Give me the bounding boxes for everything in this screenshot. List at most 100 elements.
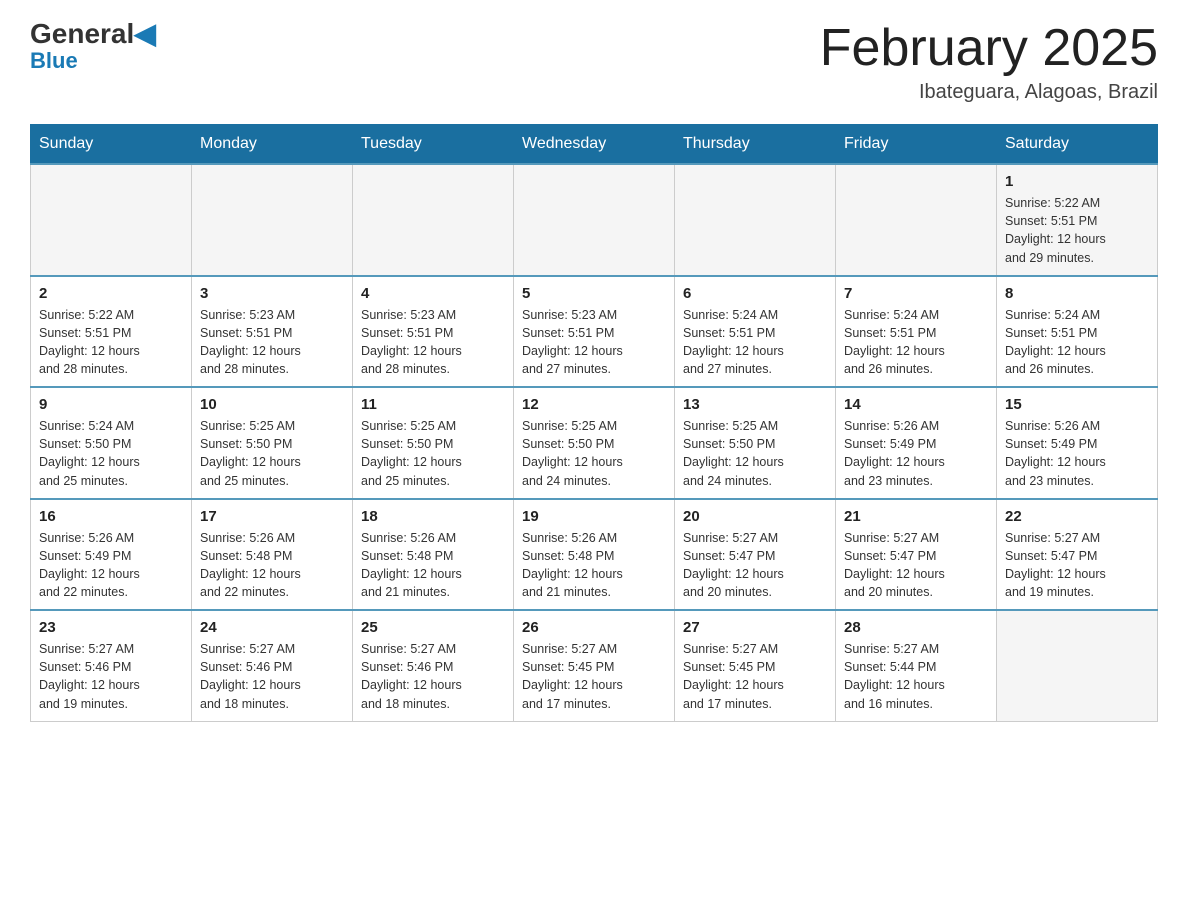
calendar-day — [514, 164, 675, 276]
weekday-header-tuesday: Tuesday — [353, 125, 514, 165]
day-info-text: Sunrise: 5:24 AMSunset: 5:50 PMDaylight:… — [39, 417, 183, 490]
day-info-text: Sunrise: 5:24 AMSunset: 5:51 PMDaylight:… — [683, 306, 827, 379]
day-info-text: Sunrise: 5:27 AMSunset: 5:45 PMDaylight:… — [522, 640, 666, 713]
day-info-text: Sunrise: 5:26 AMSunset: 5:48 PMDaylight:… — [200, 529, 344, 602]
day-info-text: Sunrise: 5:22 AMSunset: 5:51 PMDaylight:… — [1005, 194, 1149, 267]
calendar-day: 14 Sunrise: 5:26 AMSunset: 5:49 PMDayligh… — [836, 387, 997, 499]
logo-arrow-icon: ◀ — [134, 18, 156, 49]
day-info-text: Sunrise: 5:24 AMSunset: 5:51 PMDaylight:… — [1005, 306, 1149, 379]
day-number: 2 — [39, 285, 183, 302]
day-number: 1 — [1005, 173, 1149, 190]
calendar-day: 24 Sunrise: 5:27 AMSunset: 5:46 PMDayligh… — [192, 610, 353, 721]
day-number: 26 — [522, 619, 666, 636]
calendar-day: 13 Sunrise: 5:25 AMSunset: 5:50 PMDayligh… — [675, 387, 836, 499]
day-info-text: Sunrise: 5:24 AMSunset: 5:51 PMDaylight:… — [844, 306, 988, 379]
day-number: 22 — [1005, 508, 1149, 525]
weekday-header-sunday: Sunday — [31, 125, 192, 165]
calendar-day — [997, 610, 1158, 721]
calendar-week-1: 1 Sunrise: 5:22 AMSunset: 5:51 PMDaylight… — [31, 164, 1158, 276]
calendar-table: SundayMondayTuesdayWednesdayThursdayFrid… — [30, 124, 1158, 722]
day-number: 21 — [844, 508, 988, 525]
day-number: 9 — [39, 396, 183, 413]
day-info-text: Sunrise: 5:25 AMSunset: 5:50 PMDaylight:… — [200, 417, 344, 490]
day-info-text: Sunrise: 5:26 AMSunset: 5:48 PMDaylight:… — [361, 529, 505, 602]
day-number: 3 — [200, 285, 344, 302]
day-number: 16 — [39, 508, 183, 525]
weekday-header-thursday: Thursday — [675, 125, 836, 165]
calendar-week-2: 2 Sunrise: 5:22 AMSunset: 5:51 PMDaylight… — [31, 276, 1158, 388]
calendar-day: 17 Sunrise: 5:26 AMSunset: 5:48 PMDayligh… — [192, 499, 353, 611]
day-info-text: Sunrise: 5:25 AMSunset: 5:50 PMDaylight:… — [522, 417, 666, 490]
day-info-text: Sunrise: 5:27 AMSunset: 5:44 PMDaylight:… — [844, 640, 988, 713]
day-info-text: Sunrise: 5:23 AMSunset: 5:51 PMDaylight:… — [522, 306, 666, 379]
day-number: 24 — [200, 619, 344, 636]
calendar-day: 4 Sunrise: 5:23 AMSunset: 5:51 PMDaylight… — [353, 276, 514, 388]
calendar-week-3: 9 Sunrise: 5:24 AMSunset: 5:50 PMDaylight… — [31, 387, 1158, 499]
calendar-day: 25Sunrise: 5:27 AMSunset: 5:46 PMDayligh… — [353, 610, 514, 721]
calendar-day: 1 Sunrise: 5:22 AMSunset: 5:51 PMDaylight… — [997, 164, 1158, 276]
day-number: 10 — [200, 396, 344, 413]
day-number: 12 — [522, 396, 666, 413]
calendar-day: 6 Sunrise: 5:24 AMSunset: 5:51 PMDaylight… — [675, 276, 836, 388]
day-info-text: Sunrise: 5:22 AMSunset: 5:51 PMDaylight:… — [39, 306, 183, 379]
calendar-day — [31, 164, 192, 276]
day-number: 17 — [200, 508, 344, 525]
calendar-day: 16 Sunrise: 5:26 AMSunset: 5:49 PMDayligh… — [31, 499, 192, 611]
calendar-day: 22 Sunrise: 5:27 AMSunset: 5:47 PMDayligh… — [997, 499, 1158, 611]
day-info-text: Sunrise: 5:26 AMSunset: 5:48 PMDaylight:… — [522, 529, 666, 602]
calendar-day: 5 Sunrise: 5:23 AMSunset: 5:51 PMDaylight… — [514, 276, 675, 388]
weekday-header-row: SundayMondayTuesdayWednesdayThursdayFrid… — [31, 125, 1158, 165]
day-info-text: Sunrise: 5:27 AMSunset: 5:47 PMDaylight:… — [683, 529, 827, 602]
title-area: February 2025 Ibateguara, Alagoas, Brazi… — [820, 20, 1158, 104]
day-info-text: Sunrise: 5:27 AMSunset: 5:47 PMDaylight:… — [1005, 529, 1149, 602]
day-info-text: Sunrise: 5:27 AMSunset: 5:46 PMDaylight:… — [200, 640, 344, 713]
calendar-day: 3 Sunrise: 5:23 AMSunset: 5:51 PMDaylight… — [192, 276, 353, 388]
day-number: 5 — [522, 285, 666, 302]
location-subtitle: Ibateguara, Alagoas, Brazil — [820, 81, 1158, 104]
day-number: 23 — [39, 619, 183, 636]
day-info-text: Sunrise: 5:27 AMSunset: 5:47 PMDaylight:… — [844, 529, 988, 602]
calendar-day: 8Sunrise: 5:24 AMSunset: 5:51 PMDaylight… — [997, 276, 1158, 388]
calendar-day: 19 Sunrise: 5:26 AMSunset: 5:48 PMDayligh… — [514, 499, 675, 611]
calendar-day — [675, 164, 836, 276]
calendar-day: 11 Sunrise: 5:25 AMSunset: 5:50 PMDayligh… — [353, 387, 514, 499]
calendar-day: 2 Sunrise: 5:22 AMSunset: 5:51 PMDaylight… — [31, 276, 192, 388]
day-info-text: Sunrise: 5:27 AMSunset: 5:46 PMDaylight:… — [39, 640, 183, 713]
calendar-day — [192, 164, 353, 276]
day-info-text: Sunrise: 5:25 AMSunset: 5:50 PMDaylight:… — [683, 417, 827, 490]
day-info-text: Sunrise: 5:23 AMSunset: 5:51 PMDaylight:… — [361, 306, 505, 379]
calendar-day: 18Sunrise: 5:26 AMSunset: 5:48 PMDayligh… — [353, 499, 514, 611]
day-number: 6 — [683, 285, 827, 302]
calendar-day — [836, 164, 997, 276]
calendar-week-5: 23 Sunrise: 5:27 AMSunset: 5:46 PMDayligh… — [31, 610, 1158, 721]
weekday-header-friday: Friday — [836, 125, 997, 165]
day-number: 11 — [361, 396, 505, 413]
weekday-header-monday: Monday — [192, 125, 353, 165]
calendar-day: 20 Sunrise: 5:27 AMSunset: 5:47 PMDayligh… — [675, 499, 836, 611]
day-number: 20 — [683, 508, 827, 525]
calendar-day: 21 Sunrise: 5:27 AMSunset: 5:47 PMDayligh… — [836, 499, 997, 611]
day-number: 4 — [361, 285, 505, 302]
weekday-header-saturday: Saturday — [997, 125, 1158, 165]
day-number: 19 — [522, 508, 666, 525]
day-info-text: Sunrise: 5:27 AMSunset: 5:45 PMDaylight:… — [683, 640, 827, 713]
calendar-day: 10 Sunrise: 5:25 AMSunset: 5:50 PMDayligh… — [192, 387, 353, 499]
day-info-text: Sunrise: 5:26 AMSunset: 5:49 PMDaylight:… — [844, 417, 988, 490]
calendar-day — [353, 164, 514, 276]
day-number: 13 — [683, 396, 827, 413]
calendar-day: 9 Sunrise: 5:24 AMSunset: 5:50 PMDaylight… — [31, 387, 192, 499]
day-number: 7 — [844, 285, 988, 302]
day-info-text: Sunrise: 5:23 AMSunset: 5:51 PMDaylight:… — [200, 306, 344, 379]
calendar-day: 7 Sunrise: 5:24 AMSunset: 5:51 PMDaylight… — [836, 276, 997, 388]
logo-blue-text: Blue — [30, 50, 78, 72]
logo-general-text: General◀ — [30, 20, 156, 48]
day-number: 28 — [844, 619, 988, 636]
day-info-text: Sunrise: 5:27 AMSunset: 5:46 PMDaylight:… — [361, 640, 505, 713]
day-info-text: Sunrise: 5:26 AMSunset: 5:49 PMDaylight:… — [39, 529, 183, 602]
day-info-text: Sunrise: 5:25 AMSunset: 5:50 PMDaylight:… — [361, 417, 505, 490]
day-number: 15 — [1005, 396, 1149, 413]
day-number: 14 — [844, 396, 988, 413]
calendar-day: 23 Sunrise: 5:27 AMSunset: 5:46 PMDayligh… — [31, 610, 192, 721]
calendar-day: 26 Sunrise: 5:27 AMSunset: 5:45 PMDayligh… — [514, 610, 675, 721]
day-info-text: Sunrise: 5:26 AMSunset: 5:49 PMDaylight:… — [1005, 417, 1149, 490]
